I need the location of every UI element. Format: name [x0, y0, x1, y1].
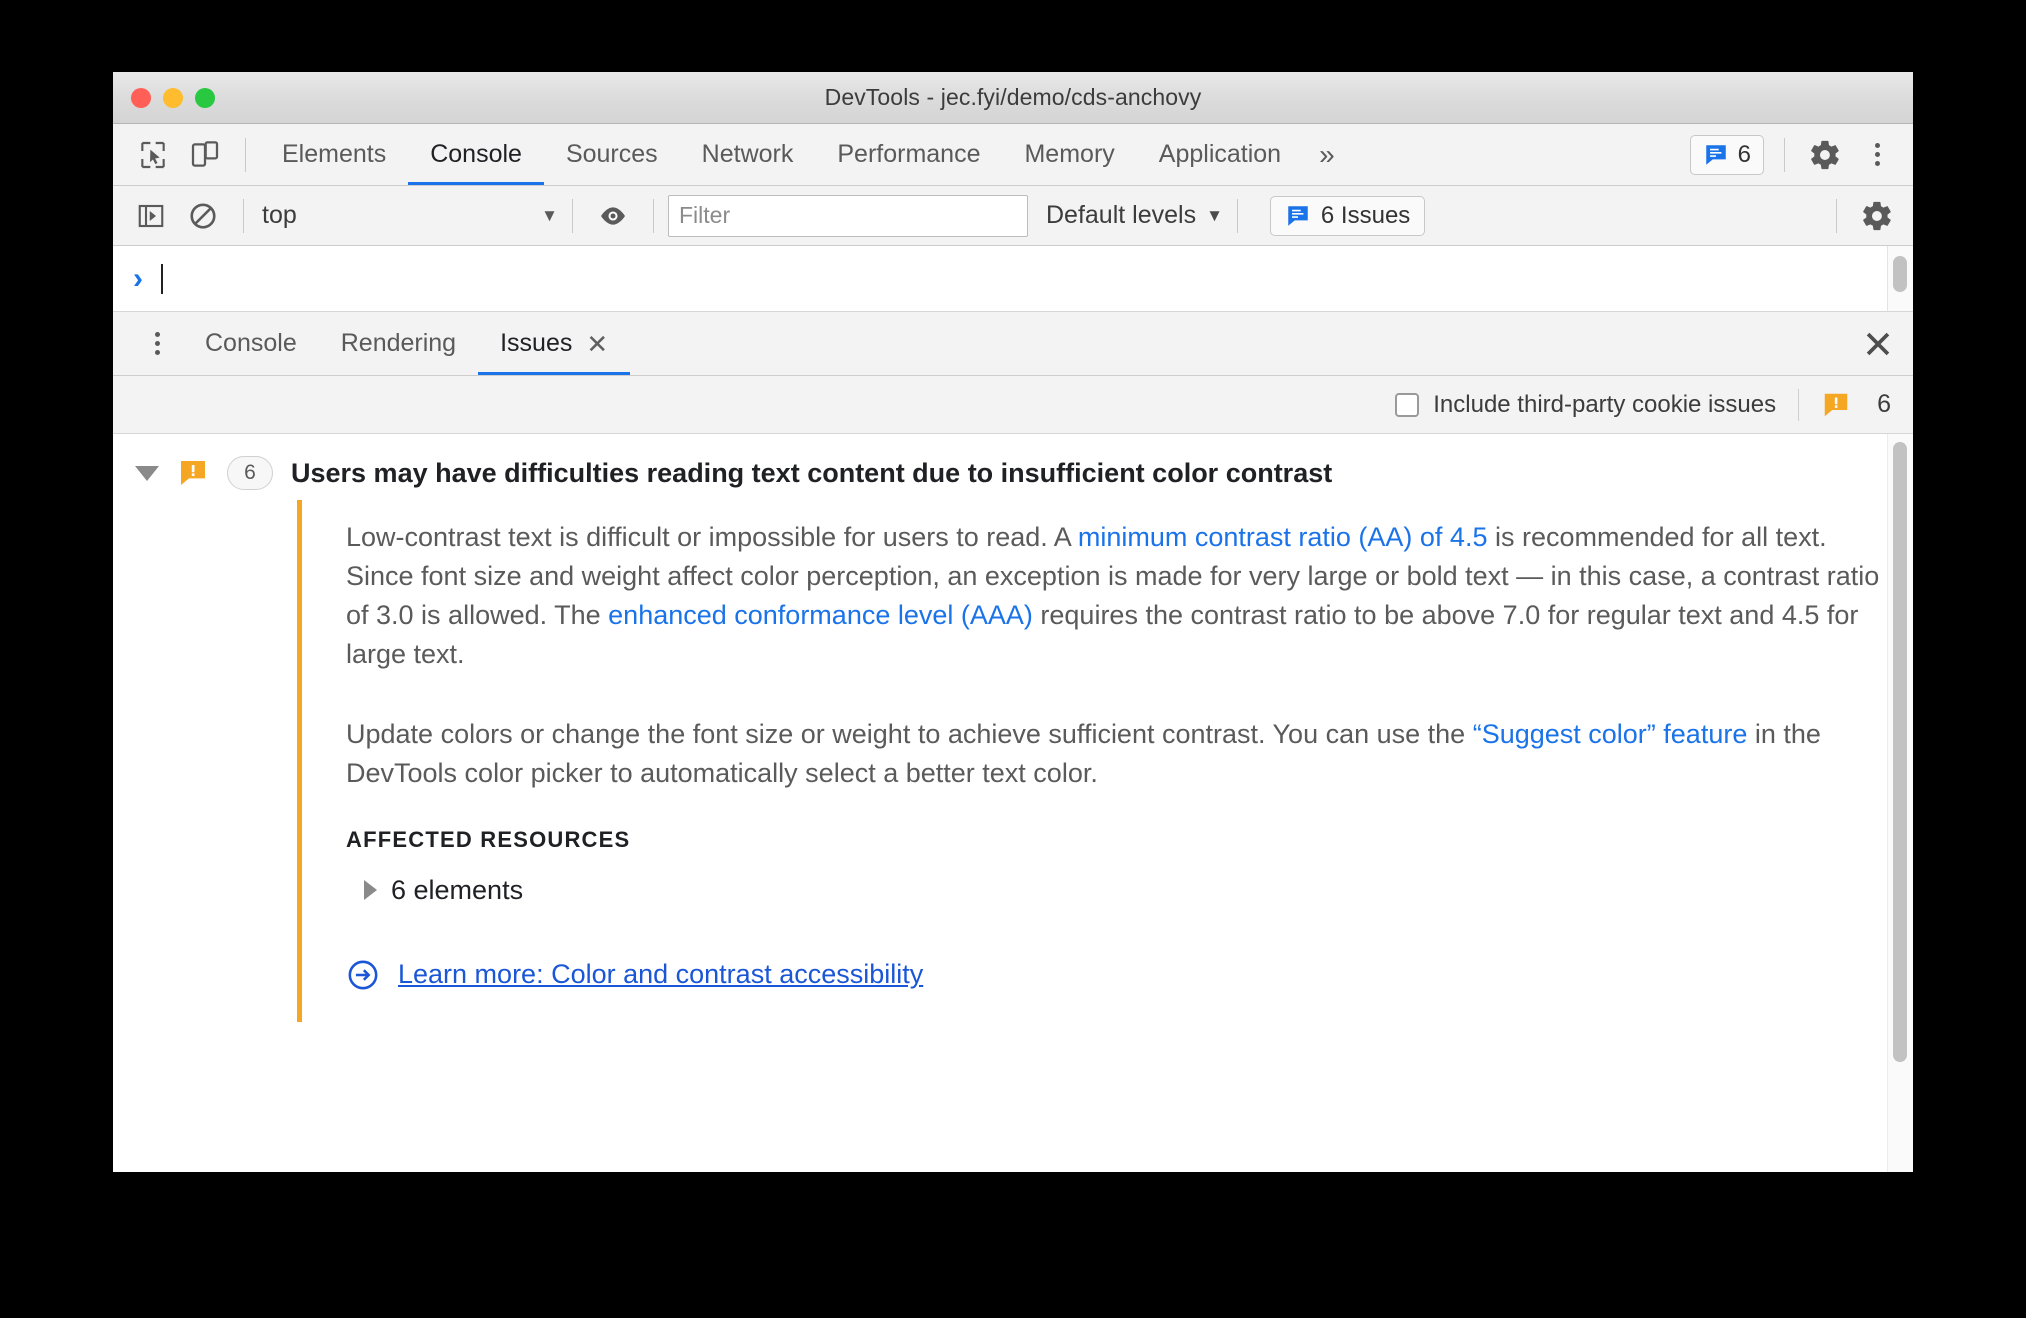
more-vertical-icon[interactable] — [1851, 129, 1903, 181]
tab-sources-label: Sources — [565, 140, 658, 168]
window-titlebar: DevTools - jec.fyi/demo/cds-anchovy — [113, 72, 1913, 124]
console-prompt-row[interactable]: › — [113, 246, 1913, 312]
issues-counter-button[interactable]: 6 — [1689, 134, 1764, 175]
checkbox-box[interactable] — [1395, 392, 1420, 417]
log-levels-selector[interactable]: Default levels ▼ — [1046, 201, 1223, 230]
drawer-tabbar: Console Rendering Issues ✕ — [113, 312, 1913, 376]
issues-scrollbar-track[interactable] — [1887, 434, 1913, 1172]
p2-text-1: Update colors or change the font size or… — [346, 718, 1473, 749]
issues-speech-icon — [1288, 205, 1308, 226]
warning-issue-icon — [181, 461, 205, 485]
drawer-tab-console[interactable]: Console — [183, 312, 319, 375]
console-sidebar-icon[interactable] — [125, 190, 177, 242]
tab-performance-label: Performance — [837, 140, 981, 168]
filter-divider-4 — [1236, 198, 1238, 233]
expand-collapse-triangle-icon[interactable] — [135, 465, 159, 481]
minimize-window-button[interactable] — [163, 87, 183, 108]
warning-issue-icon — [1824, 393, 1848, 416]
chevron-down-icon: ▼ — [541, 205, 558, 225]
console-filter-input[interactable] — [668, 194, 1028, 237]
tab-memory[interactable]: Memory — [1002, 124, 1136, 185]
affected-resources-heading: AFFECTED RESOURCES — [346, 826, 631, 852]
issues-button[interactable]: 6 Issues — [1269, 195, 1426, 236]
prompt-arrow-icon: › — [133, 261, 143, 295]
toolbar-divider — [245, 137, 246, 172]
maximize-window-button[interactable] — [195, 87, 215, 108]
link-minimum-contrast-ratio[interactable]: minimum contrast ratio (AA) of 4.5 — [1078, 522, 1488, 552]
drawer-tab-issues-label: Issues — [500, 329, 573, 357]
more-tabs-chevron-icon[interactable]: » — [1303, 140, 1351, 169]
arrow-circle-right-icon — [348, 960, 378, 990]
issues-count-label: 6 — [1737, 140, 1751, 168]
learn-more-link[interactable]: Learn more: Color and contrast accessibi… — [398, 959, 923, 990]
drawer-tab-rendering-label: Rendering — [340, 329, 457, 357]
issue-header-row[interactable]: 6 Users may have difficulties reading te… — [113, 434, 1913, 500]
execution-context-selector[interactable]: top ▼ — [258, 201, 558, 230]
issue-title: Users may have difficulties reading text… — [291, 457, 1333, 488]
issues-scrollbar-thumb[interactable] — [1893, 442, 1907, 1062]
window-title: DevTools - jec.fyi/demo/cds-anchovy — [824, 84, 1202, 110]
drawer-more-vertical-icon[interactable] — [131, 318, 183, 370]
log-levels-label: Default levels — [1046, 201, 1197, 229]
checkbox-label: Include third-party cookie issues — [1433, 390, 1777, 418]
issue-description-paragraph-2: Update colors or change the font size or… — [346, 715, 1897, 793]
clear-console-icon[interactable] — [177, 190, 229, 242]
include-third-party-cookie-issues-checkbox[interactable]: Include third-party cookie issues — [1395, 391, 1776, 419]
issue-description-paragraph-1: Low-contrast text is difficult or imposs… — [346, 518, 1897, 675]
tab-application-label: Application — [1158, 140, 1282, 168]
options-divider — [1798, 388, 1800, 421]
tab-network-label: Network — [701, 140, 794, 168]
issues-options-bar: Include third-party cookie issues 6 — [113, 376, 1913, 434]
drawer-tab-rendering[interactable]: Rendering — [319, 312, 478, 375]
expand-triangle-icon[interactable] — [364, 880, 377, 901]
tab-console-label: Console — [430, 140, 522, 168]
console-scrollbar-track[interactable] — [1887, 246, 1913, 311]
chevron-down-icon: ▼ — [1206, 205, 1223, 225]
issues-warning-count: 6 — [1877, 390, 1891, 418]
live-expression-eye-icon[interactable] — [587, 190, 639, 242]
drawer-tab-console-label: Console — [205, 329, 297, 357]
inspect-cursor-icon[interactable] — [127, 129, 179, 181]
console-filter-toolbar: top ▼ Default levels ▼ 6 Issues — [113, 186, 1913, 246]
tab-elements[interactable]: Elements — [260, 124, 408, 185]
close-icon — [1866, 332, 1890, 355]
main-toolbar: Elements Console Sources Network Perform… — [113, 124, 1913, 186]
devtools-window: DevTools - jec.fyi/demo/cds-anchovy Elem… — [113, 72, 1913, 1172]
tab-elements-label: Elements — [282, 140, 387, 168]
close-drawer-button[interactable] — [1843, 312, 1913, 375]
issues-button-label: 6 Issues — [1320, 201, 1411, 229]
filter-divider-1 — [243, 198, 244, 233]
issues-list: 6 Users may have difficulties reading te… — [113, 434, 1913, 1172]
affected-resource-label: 6 elements — [391, 874, 524, 905]
issues-speech-icon — [1705, 144, 1726, 165]
console-scrollbar-thumb[interactable] — [1893, 256, 1907, 292]
issue-detail-panel: Low-contrast text is difficult or imposs… — [297, 500, 1897, 1022]
filter-divider-3 — [653, 198, 654, 233]
text-caret — [161, 263, 163, 294]
close-window-button[interactable] — [131, 87, 151, 108]
tab-performance[interactable]: Performance — [815, 124, 1002, 185]
link-enhanced-conformance-level[interactable]: enhanced conformance level (AAA) — [608, 600, 1033, 630]
panel-tabs: Elements Console Sources Network Perform… — [260, 124, 1303, 185]
tab-console[interactable]: Console — [408, 124, 544, 185]
tab-application[interactable]: Application — [1137, 124, 1303, 185]
console-settings-gear-icon[interactable] — [1851, 190, 1903, 242]
filter-divider-2 — [572, 198, 573, 233]
execution-context-label: top — [262, 201, 297, 229]
toolbar-divider-2 — [1784, 137, 1785, 172]
link-suggest-color-feature[interactable]: “Suggest color” feature — [1473, 719, 1748, 749]
learn-more-row[interactable]: Learn more: Color and contrast accessibi… — [346, 958, 1897, 992]
device-toolbar-icon[interactable] — [179, 129, 231, 181]
p1-text-1: Low-contrast text is difficult or imposs… — [346, 522, 1078, 552]
window-controls — [131, 87, 215, 108]
tab-memory-label: Memory — [1024, 140, 1115, 168]
close-icon[interactable]: ✕ — [586, 331, 608, 357]
tab-sources[interactable]: Sources — [544, 124, 680, 185]
affected-resource-row[interactable]: 6 elements — [364, 875, 1897, 906]
gear-icon[interactable] — [1799, 129, 1851, 181]
filter-divider-5 — [1836, 198, 1837, 233]
drawer-tab-issues[interactable]: Issues ✕ — [478, 312, 630, 375]
tab-network[interactable]: Network — [680, 124, 816, 185]
issue-count-pill: 6 — [227, 456, 273, 490]
